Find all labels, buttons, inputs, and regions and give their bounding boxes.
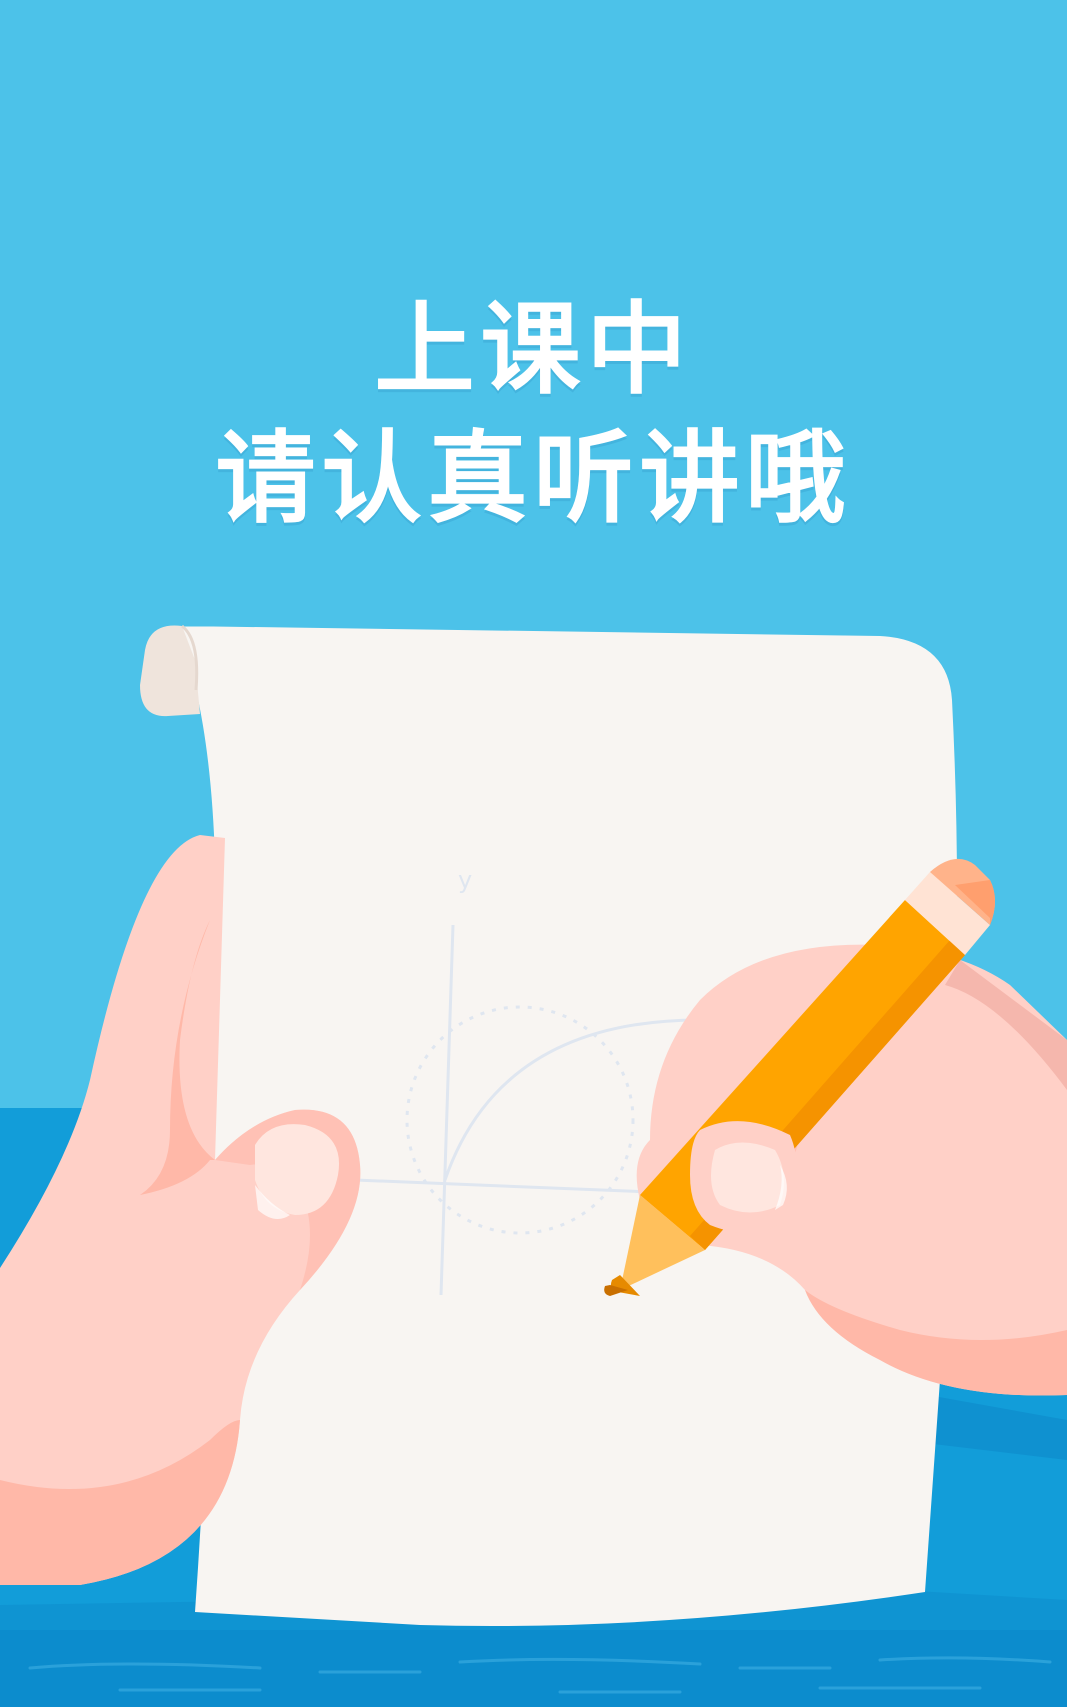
headline-line-2: 请认真听讲哦 [215, 420, 852, 537]
headline-line-1: 上课中 [374, 291, 693, 408]
page-title: 上课中 请认真听讲哦 [0, 290, 1067, 544]
right-thumb [690, 1121, 798, 1233]
splash-screen: y 上课中 请认真听讲哦 [0, 0, 1067, 1707]
sketch-axis-label: y [458, 866, 472, 894]
class-illustration: y [0, 624, 1067, 1707]
